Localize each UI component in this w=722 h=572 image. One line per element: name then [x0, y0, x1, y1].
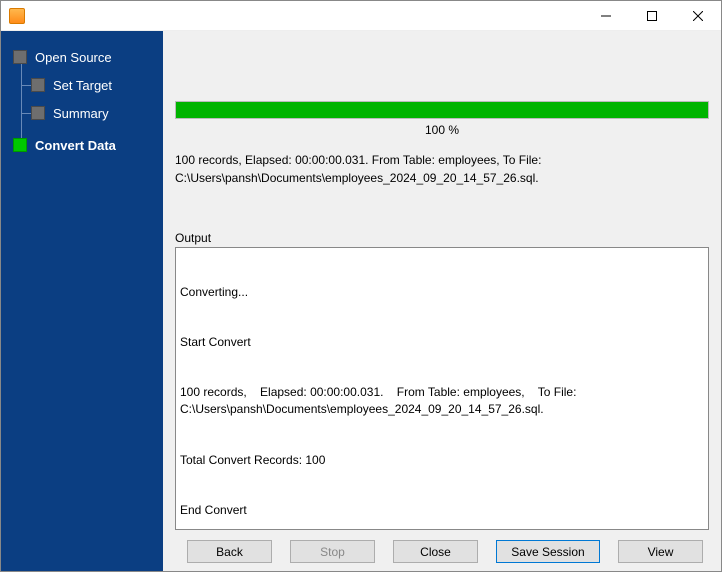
- progress-percent-label: 100 %: [175, 123, 709, 137]
- top-spacer: [175, 41, 709, 101]
- close-window-button[interactable]: [675, 1, 721, 31]
- step-box-icon: [31, 78, 45, 92]
- app-icon: [9, 8, 25, 24]
- summary-text: 100 records, Elapsed: 00:00:00.031. From…: [175, 151, 709, 187]
- back-button[interactable]: Back: [187, 540, 272, 563]
- sidebar-item-summary[interactable]: Summary: [1, 99, 163, 127]
- view-button[interactable]: View: [618, 540, 703, 563]
- sidebar-item-set-target[interactable]: Set Target: [1, 71, 163, 99]
- sidebar-item-label: Open Source: [35, 50, 112, 65]
- titlebar: [1, 1, 721, 31]
- sidebar-item-label: Summary: [53, 106, 109, 121]
- step-box-icon: [31, 106, 45, 120]
- maximize-icon: [647, 11, 657, 21]
- output-label: Output: [175, 231, 709, 245]
- output-textbox[interactable]: Converting... Start Convert 100 records,…: [175, 247, 709, 530]
- button-row: Back Stop Close Save Session View: [175, 530, 709, 563]
- close-icon: [693, 11, 703, 21]
- content-pane: 100 % 100 records, Elapsed: 00:00:00.031…: [163, 31, 721, 571]
- save-session-button[interactable]: Save Session: [496, 540, 600, 563]
- maximize-button[interactable]: [629, 1, 675, 31]
- sidebar-item-open-source[interactable]: Open Source: [1, 43, 163, 71]
- minimize-icon: [601, 11, 611, 21]
- summary-line: C:\Users\pansh\Documents\employees_2024_…: [175, 169, 709, 187]
- progress-bar: [175, 101, 709, 119]
- output-line: 100 records, Elapsed: 00:00:00.031. From…: [180, 384, 704, 418]
- app-window: Open Source Set Target Summary Convert D…: [0, 0, 722, 572]
- minimize-button[interactable]: [583, 1, 629, 31]
- progress-section: 100 %: [175, 101, 709, 137]
- output-line: Converting...: [180, 284, 704, 301]
- step-box-icon: [13, 138, 27, 152]
- sidebar-item-label: Convert Data: [35, 138, 116, 153]
- close-button[interactable]: Close: [393, 540, 478, 563]
- step-box-icon: [13, 50, 27, 64]
- sidebar: Open Source Set Target Summary Convert D…: [1, 31, 163, 571]
- nav-tree: Open Source Set Target Summary Convert D…: [1, 43, 163, 159]
- app-body: Open Source Set Target Summary Convert D…: [1, 31, 721, 571]
- sidebar-item-convert-data[interactable]: Convert Data: [1, 131, 163, 159]
- stop-button: Stop: [290, 540, 375, 563]
- output-line: End Convert: [180, 502, 704, 519]
- window-controls: [583, 1, 721, 31]
- sidebar-item-label: Set Target: [53, 78, 112, 93]
- summary-line: 100 records, Elapsed: 00:00:00.031. From…: [175, 151, 709, 169]
- output-line: Start Convert: [180, 334, 704, 351]
- output-line: Total Convert Records: 100: [180, 452, 704, 469]
- progress-fill: [176, 102, 708, 118]
